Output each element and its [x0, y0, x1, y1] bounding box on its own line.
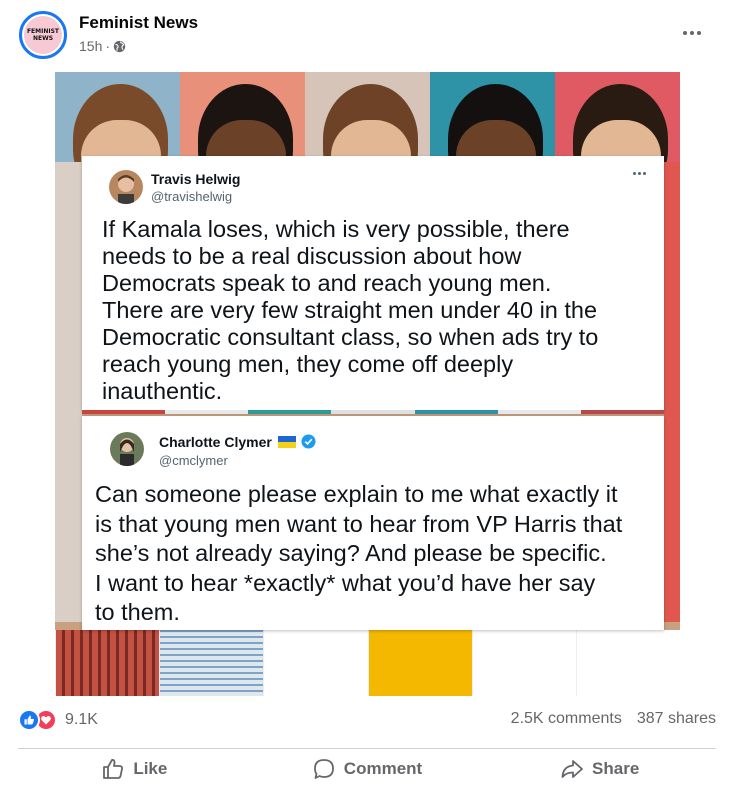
page-avatar[interactable]: FEMINIST NEWS: [19, 11, 67, 59]
page-logo: FEMINIST NEWS: [24, 16, 62, 54]
post-header: FEMINIST NEWS Feminist News 15h ·: [0, 0, 734, 72]
like-reaction-icon: [18, 709, 40, 731]
portrait-tile: [664, 162, 680, 622]
share-arrow-icon: [561, 760, 583, 778]
portrait-tile: [55, 630, 160, 696]
tweet-author-name-row: Charlotte Clymer: [159, 434, 316, 450]
shares-count[interactable]: 387 shares: [637, 710, 716, 728]
tweet-line: she’s not already saying? And please be …: [95, 540, 607, 566]
comment-button[interactable]: Comment: [251, 752, 484, 786]
portrait-tile: [263, 630, 368, 696]
tweet-text: If Kamala loses, which is very possible,…: [102, 216, 598, 405]
tweet-author-name: Charlotte Clymer: [159, 434, 272, 450]
tweet-line: I want to hear *exactly* what you’d have…: [95, 569, 596, 596]
tweet-author-handle: @cmclymer: [159, 453, 228, 468]
reactions-summary[interactable]: 9.1K: [18, 706, 98, 734]
share-button[interactable]: Share: [483, 752, 716, 786]
portrait-tile: [555, 72, 680, 162]
comments-count[interactable]: 2.5K comments: [511, 710, 622, 728]
tweet-line: inauthentic.: [102, 378, 223, 404]
tweet-author-avatar: [109, 170, 143, 204]
portrait-tile: [55, 162, 82, 622]
post-actions: Like Comment Share: [18, 752, 716, 786]
meta-separator: ·: [105, 38, 111, 54]
portrait-tile: [55, 72, 180, 162]
share-label: Share: [592, 759, 640, 778]
tweet-line: If Kamala loses, which is very possible,…: [102, 216, 570, 242]
tweet-author-avatar: [110, 432, 144, 466]
portrait-tile: [180, 72, 305, 162]
tweet-line: to them.: [95, 599, 180, 625]
tweet-card-charlotte: Charlotte Clymer @cmclymer Can someone p…: [82, 416, 664, 630]
comment-bubble-icon: [313, 759, 334, 779]
portrait-tile: [159, 630, 264, 696]
tweet-line: Can someone please explain to me what ex…: [95, 481, 618, 507]
globe-icon: [113, 40, 126, 52]
post-stats: 2.5K comments 387 shares: [511, 710, 716, 728]
tweet-author-name: Travis Helwig: [151, 171, 241, 187]
tweet-line: Democrats speak to and reach young men.: [102, 270, 552, 296]
ukraine-flag-icon: [277, 436, 296, 448]
tweet-card-travis: Travis Helwig @travishelwig If Kamala lo…: [82, 156, 664, 412]
tweet-author-handle: @travishelwig: [151, 189, 233, 204]
post-meta: 15h ·: [79, 38, 126, 54]
like-label: Like: [133, 759, 168, 778]
more-horizontal-icon: [683, 31, 687, 35]
background-portraits-bottom: [55, 630, 680, 696]
portrait-tile: [430, 72, 555, 162]
reaction-count[interactable]: 9.1K: [65, 711, 98, 729]
verified-badge-icon: [301, 434, 316, 449]
portrait-tile: [576, 630, 680, 696]
tweet-line: reach young men, they come off deeply: [102, 351, 514, 377]
more-horizontal-icon: [633, 172, 646, 175]
tweet-line: There are very few straight men under 40…: [102, 297, 598, 323]
post-time[interactable]: 15h: [79, 38, 102, 54]
tweet-line: needs to be a real discussion about how: [102, 243, 522, 269]
portrait-tile: [472, 630, 577, 696]
background-portraits-top: [55, 72, 680, 162]
divider: [18, 748, 716, 749]
portrait-tile: [305, 72, 430, 162]
tweet-line: is that young men want to hear from VP H…: [95, 510, 623, 537]
more-options-button[interactable]: [678, 22, 706, 44]
portrait-tile: [368, 630, 473, 696]
tweet-text: Can someone please explain to me what ex…: [95, 480, 622, 628]
color-stripe: [82, 410, 664, 414]
like-button[interactable]: Like: [18, 752, 251, 786]
post-image[interactable]: Travis Helwig @travishelwig If Kamala lo…: [55, 72, 680, 696]
tweet-line: Democratic consultant class, so when ads…: [102, 324, 599, 350]
thumbs-up-icon: [103, 759, 124, 779]
comment-label: Comment: [343, 759, 423, 778]
page-name[interactable]: Feminist News: [79, 13, 198, 33]
